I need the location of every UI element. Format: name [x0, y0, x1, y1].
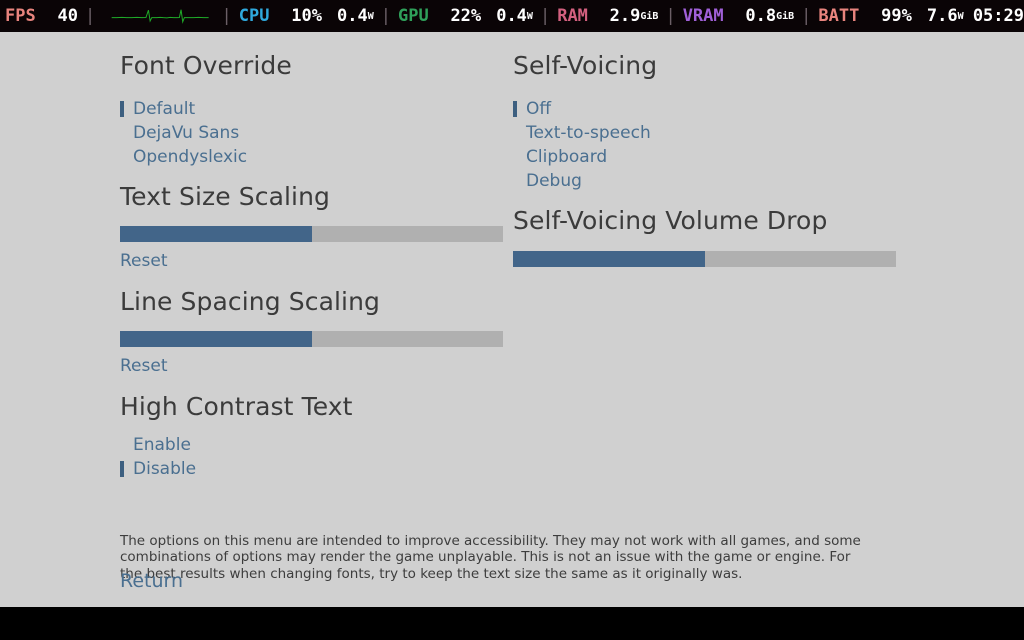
font-override-options: Default DejaVu Sans Opendyslexic [120, 97, 247, 169]
accessibility-help-text: The options on this menu are intended to… [120, 532, 861, 582]
option-high-contrast-disable[interactable]: Disable [120, 457, 196, 481]
return-button[interactable]: Return [120, 570, 183, 592]
option-self-voicing-text-to-speech[interactable]: Text-to-speech [513, 121, 651, 145]
selection-marker-icon [513, 101, 517, 117]
hud-fps-label: FPS [5, 6, 36, 26]
hud-vram-value: 0.8 [745, 6, 777, 26]
option-self-voicing-clipboard[interactable]: Clipboard [513, 145, 651, 169]
option-label: Default [133, 99, 196, 119]
selection-marker-icon [120, 461, 124, 477]
hud-ram-unit: GiB [640, 10, 659, 22]
hud-cpu-power: 0.4 [336, 6, 368, 26]
slider-fill [120, 331, 312, 347]
return-link-container: Return [120, 570, 183, 592]
hud-batt-time: 05:29 [972, 6, 1024, 26]
hud-separator-3: | [380, 6, 391, 26]
hud-cpu-label: CPU [238, 6, 270, 26]
performance-overlay: FPS 40 | | CPU 10% 0.4 W | GPU 22% 0.4 W |… [0, 0, 1024, 32]
hud-ram-label: RAM [557, 6, 588, 26]
hud-separator-2: | [221, 6, 232, 26]
option-self-voicing-off[interactable]: Off [513, 97, 651, 121]
slider-fill [513, 251, 705, 267]
section-title-high-contrast-text: High Contrast Text [120, 392, 353, 421]
hud-separator-4: | [539, 6, 551, 26]
section-title-line-spacing-scaling: Line Spacing Scaling [120, 287, 380, 316]
hud-ram-value: 2.9 [609, 6, 641, 26]
self-voicing-options: Off Text-to-speech Clipboard Debug [513, 97, 651, 193]
hud-separator-1: | [84, 6, 96, 26]
slider-fill [120, 226, 312, 242]
accessibility-menu-panel: Font Override Default DejaVu Sans Opendy… [0, 32, 1024, 607]
high-contrast-text-options: Enable Disable [120, 433, 196, 481]
option-label: Clipboard [526, 147, 608, 167]
option-label: Disable [133, 459, 197, 479]
section-title-self-voicing: Self-Voicing [513, 51, 658, 80]
hud-separator-6: | [801, 6, 812, 26]
option-font-default[interactable]: Default [120, 97, 247, 121]
frametime-graph-icon [111, 9, 209, 24]
option-label: Enable [133, 435, 191, 455]
text-size-scaling-slider[interactable] [120, 226, 503, 242]
option-label: Opendyslexic [133, 147, 248, 167]
hud-separator-5: | [665, 6, 676, 26]
hud-vram-label: VRAM [682, 6, 724, 26]
hud-fps-value: 40 [57, 6, 78, 26]
hud-gpu-power-unit: W [526, 10, 533, 22]
option-label: DejaVu Sans [133, 123, 240, 143]
hud-gpu-usage: 22% [450, 6, 482, 26]
line-spacing-scaling-reset-button[interactable]: Reset [120, 355, 168, 377]
hud-batt-power: 7.6 [926, 6, 958, 26]
hud-cpu-power-unit: W [367, 10, 374, 22]
option-font-dejavu-sans[interactable]: DejaVu Sans [120, 121, 247, 145]
section-title-font-override: Font Override [120, 51, 292, 80]
hud-cpu-usage: 10% [291, 6, 322, 26]
hud-gpu-power: 0.4 [496, 6, 527, 26]
hud-batt-percent: 99% [881, 6, 912, 26]
text-size-scaling-reset-button[interactable]: Reset [120, 250, 168, 272]
option-label: Off [526, 99, 552, 119]
hud-gpu-label: GPU [397, 6, 429, 26]
section-title-self-voicing-volume-drop: Self-Voicing Volume Drop [513, 206, 828, 235]
self-voicing-volume-drop-slider[interactable] [513, 251, 896, 267]
option-self-voicing-debug[interactable]: Debug [513, 169, 651, 193]
line-spacing-scaling-slider[interactable] [120, 331, 503, 347]
hud-batt-label: BATT [818, 6, 860, 26]
section-title-text-size-scaling: Text Size Scaling [120, 182, 331, 211]
option-label: Text-to-speech [526, 123, 651, 143]
option-font-opendyslexic[interactable]: Opendyslexic [120, 145, 247, 169]
hud-batt-power-unit: W [957, 10, 964, 22]
hud-vram-unit: GiB [776, 10, 795, 22]
option-label: Debug [526, 171, 582, 191]
selection-marker-icon [120, 101, 124, 117]
option-high-contrast-enable[interactable]: Enable [120, 433, 196, 457]
